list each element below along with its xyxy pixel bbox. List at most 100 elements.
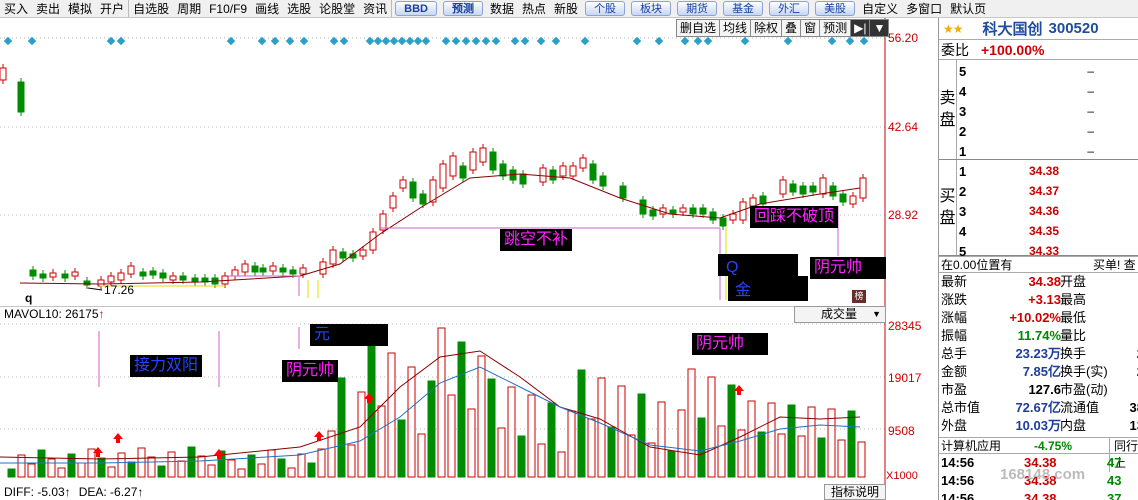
candle-body (409, 181, 417, 199)
menu-item[interactable]: 热点 (518, 0, 550, 17)
toolbar-button[interactable]: 均线 (719, 19, 752, 37)
toolbar-button[interactable]: 预测 (819, 19, 852, 37)
star-icon[interactable]: ★★ (943, 22, 963, 36)
volume-bar (557, 451, 566, 478)
menu-item[interactable]: 多窗口 (902, 0, 946, 17)
buy-side-label: 买盘 (939, 160, 957, 255)
menu-item[interactable]: 周期 (173, 0, 205, 17)
candle-body (339, 251, 347, 259)
candle-body (61, 273, 69, 279)
volume-bar (157, 465, 166, 478)
menu-item[interactable]: 数据 (486, 0, 518, 17)
volume-bar (837, 439, 846, 478)
volume-bar (377, 405, 386, 478)
candle-body (127, 265, 135, 275)
volume-bar (67, 453, 76, 478)
book-level: 4 (959, 84, 967, 99)
candle-body (449, 155, 457, 177)
market-button[interactable]: 外汇 (769, 1, 810, 16)
menu-item[interactable]: 选股 (283, 0, 315, 17)
candle-body (359, 249, 367, 257)
market-button[interactable]: 基金 (723, 1, 764, 16)
candle-body (709, 211, 717, 221)
candle-body (619, 185, 627, 199)
menu-item[interactable]: 新股 (550, 0, 582, 17)
menu-item[interactable]: 卖出 (32, 0, 64, 17)
menu-item[interactable]: 开户 (96, 0, 130, 17)
market-button[interactable]: 期货 (677, 1, 718, 16)
stat-row: 涨跌 +3.13 最高 (939, 291, 1138, 309)
candle-body (549, 169, 557, 181)
tick-volume: 47 (1107, 455, 1122, 470)
candle-body (269, 265, 277, 272)
indicator-help-button[interactable]: 指标说明 (824, 484, 886, 500)
menu-item[interactable]: 自选股 (129, 0, 173, 17)
x-unit-label: X1000 (886, 470, 918, 482)
stat-label: 最新 (941, 274, 968, 289)
menu-item[interactable]: F10/F9 (205, 0, 251, 17)
mavol-text: MAVOL10: 26175 (4, 307, 99, 321)
market-button[interactable]: 板块 (631, 1, 672, 16)
market-button[interactable]: 个股 (585, 1, 626, 16)
menu-button[interactable]: 预测 (443, 1, 484, 16)
menu-item[interactable]: 买入 (0, 0, 32, 17)
toolbar-button[interactable]: ▶| (850, 19, 871, 37)
industry-row[interactable]: 计算机应用 -4.75% 同行上 (939, 437, 1138, 472)
volume-bar (487, 378, 496, 478)
candle-body (389, 195, 397, 209)
volume-bar (767, 402, 776, 478)
volume-bar (727, 384, 736, 478)
book-volume: – (1087, 84, 1094, 98)
volume-bar (657, 401, 666, 478)
candle-body (139, 271, 147, 277)
volume-bar (527, 394, 536, 478)
candle-body (329, 249, 337, 265)
menu-item[interactable]: 画线 (251, 0, 283, 17)
rank-logo-icon[interactable]: 榜 (852, 290, 866, 303)
volume-bar (147, 456, 156, 478)
toolbar-button[interactable]: 删自选 (676, 19, 721, 37)
diamond-marker (491, 36, 501, 46)
stat-label: 涨幅 (941, 310, 968, 325)
candle-body (479, 147, 487, 163)
stat-row: 金额 7.85亿换手(实) 2 (939, 363, 1138, 381)
diamond-marker (580, 36, 590, 46)
weibi-value: +100.00% (981, 42, 1045, 58)
volume-bar (797, 435, 806, 478)
volume-bar (287, 467, 296, 478)
candle-body (107, 275, 115, 283)
menu-item[interactable]: 默认页 (946, 0, 990, 17)
toolbar-button[interactable]: ▼ (869, 19, 890, 37)
stat-label: 市盈 (941, 382, 968, 397)
position-link[interactable]: 买单! 查 (1093, 257, 1136, 274)
book-volume: – (1087, 64, 1094, 78)
stat-label: 总市值 (941, 400, 981, 415)
menu-item[interactable]: 模拟 (64, 0, 96, 17)
candle-body (231, 269, 239, 277)
menu-item[interactable]: 资讯 (359, 0, 393, 17)
menu-button[interactable]: BBD (395, 1, 438, 16)
diamond-marker (859, 36, 869, 46)
menu-item[interactable]: 自定义 (858, 0, 902, 17)
candle-body (579, 157, 587, 169)
volume-bar (597, 377, 606, 478)
market-button[interactable]: 美股 (815, 1, 856, 16)
candle-body (539, 167, 547, 183)
menu-item[interactable]: 论股堂 (315, 0, 359, 17)
volume-bar (267, 449, 276, 478)
candle-body (719, 217, 727, 227)
annotation-relay: 接力双阳 (130, 355, 203, 377)
tick-row: 14:56 34.38 37 (939, 490, 1138, 500)
volume-select[interactable]: 成交量 ▼ (794, 306, 886, 323)
toolbar-button[interactable]: 窗 (800, 19, 821, 37)
candle-body (117, 272, 125, 281)
toolbar-button[interactable]: 除权 (750, 19, 783, 37)
volume-bar (387, 352, 396, 478)
tick-time: 14:56 (941, 473, 975, 488)
toolbar-button[interactable]: 叠 (781, 19, 802, 37)
volume-bar (117, 452, 126, 478)
volume-bar (447, 394, 456, 478)
book-level: 3 (959, 204, 967, 219)
volume-bar (27, 463, 36, 478)
volume-bar (757, 431, 766, 478)
